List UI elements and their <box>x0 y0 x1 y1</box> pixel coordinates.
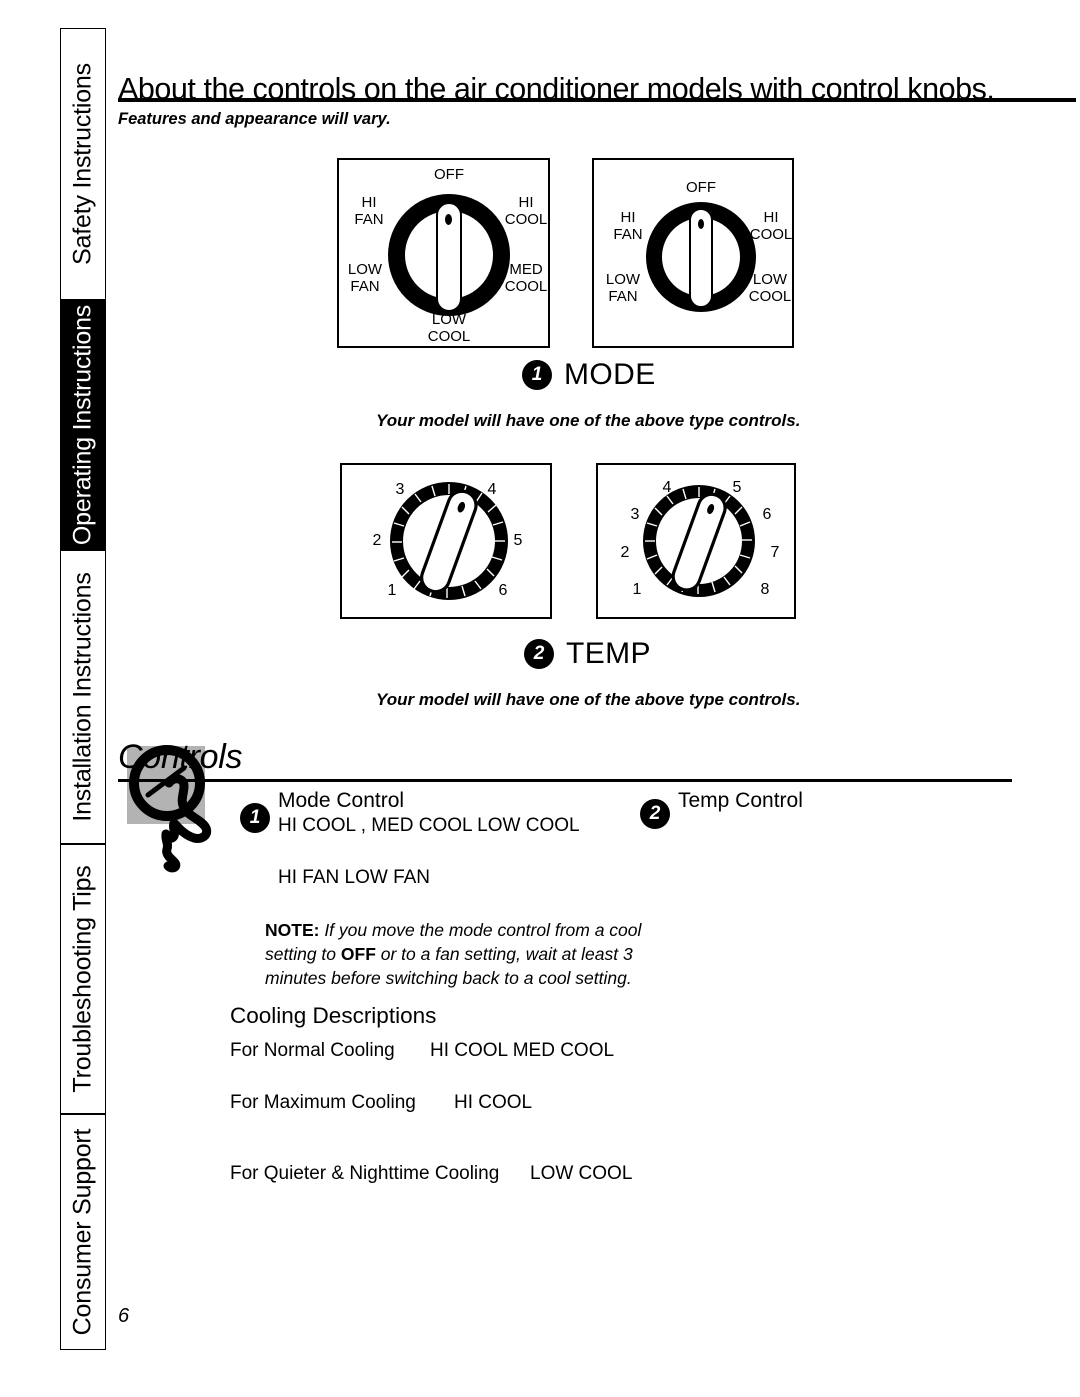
cooling-row-value: HI COOL MED COOL <box>430 1040 615 1061</box>
mode-dial-b-panel: OFF HI FAN HI COOL LOW FAN LOW COOL <box>592 158 794 348</box>
temp-dial-8-num-6: 6 <box>762 506 772 523</box>
mode-label: MODE <box>564 358 656 391</box>
mode-control-note: NOTE: If you move the mode control from … <box>265 918 695 990</box>
mode-caption: Your model will have one of the above ty… <box>376 411 801 430</box>
temp-label: TEMP <box>566 637 651 670</box>
controls-divider <box>118 779 1012 782</box>
sidebar-tab-label: Operating Instructions <box>68 304 97 546</box>
mode-control-fan-settings: HI FAN LOW FAN <box>278 867 431 888</box>
page-subtitle: Features and appearance will vary. <box>118 110 391 128</box>
sidebar-tab-safety-instructions[interactable]: Safety Instructions <box>60 28 106 300</box>
mode-dial-b-label-hi-fan: HI FAN <box>613 209 643 243</box>
mode-control-cool-settings: HI COOL , MED COOL LOW COOL <box>278 815 580 836</box>
cooling-descriptions-title: Cooling Descriptions <box>230 1003 437 1028</box>
temp-caption: Your model will have one of the above ty… <box>376 690 801 709</box>
mode-dial-a-label-off: OFF <box>434 166 464 183</box>
mode-dial-b-label-off: OFF <box>686 179 716 196</box>
temp-dial-8-num-4: 4 <box>662 479 672 496</box>
mode-dial-b-label-hi-cool: HI COOL <box>749 209 793 243</box>
sidebar-tab-installation-instructions[interactable]: Installation Instructions <box>60 550 106 844</box>
temp-dial-6-num-2: 2 <box>372 532 382 549</box>
temp-dial-8-num-8: 8 <box>760 581 770 598</box>
temp-dial-8-num-1: 1 <box>632 581 642 598</box>
cooling-row-label: For Maximum Cooling <box>230 1092 416 1113</box>
cooling-row-label: For Normal Cooling <box>230 1040 395 1061</box>
temp-dial-8-num-2: 2 <box>620 544 630 561</box>
temp-dial-6-panel: 3 4 2 5 1 6 <box>340 463 552 619</box>
note-emphasis-off: OFF <box>340 944 376 964</box>
temp-dial-8-num-7: 7 <box>770 544 780 561</box>
sidebar-tab-label: Safety Instructions <box>68 63 97 265</box>
mode-dial-a-indicator-dot <box>445 214 452 225</box>
cooling-row-value: HI COOL <box>454 1092 533 1113</box>
title-divider <box>118 98 1076 102</box>
temp-dial-8-num-3: 3 <box>630 506 640 523</box>
temp-dial-6-num-6: 6 <box>498 582 508 599</box>
sidebar-tab-troubleshooting-tips[interactable]: Troubleshooting Tips <box>60 844 106 1114</box>
sidebar-tab-label: Troubleshooting Tips <box>68 865 97 1093</box>
mode-dial-a-label-med-cool: MED COOL <box>504 261 548 295</box>
sidebar-tab-label: Installation Instructions <box>68 572 97 822</box>
mode-dial-a-label-low-cool: LOW COOL <box>427 311 471 345</box>
temp-step-badge: 2 <box>524 639 554 669</box>
temp-dial-6-num-1: 1 <box>387 582 397 599</box>
controls-section-heading: Controls <box>118 738 243 776</box>
sidebar-tab-strip: Safety Instructions Operating Instructio… <box>60 28 106 1350</box>
mode-step-badge: 1 <box>522 360 552 390</box>
cooling-row-label: For Quieter & Nighttime Cooling <box>230 1163 500 1184</box>
cooling-row-value: LOW COOL <box>530 1163 633 1184</box>
temp-dial-6-num-3: 3 <box>395 481 405 498</box>
mode-dial-a-label-low-fan: LOW FAN <box>347 261 383 295</box>
sidebar-tab-label: Consumer Support <box>68 1128 97 1336</box>
sidebar-tab-consumer-support[interactable]: Consumer Support <box>60 1114 106 1350</box>
mode-dial-a-label-hi-cool: HI COOL <box>504 194 548 228</box>
temp-dial-6-num-5: 5 <box>513 532 523 549</box>
page-content: About the controls on the air conditione… <box>118 0 1080 1397</box>
mode-dial-a-panel: OFF HI FAN HI COOL LOW FAN MED COOL LOW COOL <box>337 158 550 348</box>
temp-dial-6-num-4: 4 <box>487 481 497 498</box>
page-number: 6 <box>118 1305 130 1327</box>
temp-control-badge: 2 <box>640 799 670 829</box>
mode-control-title: Mode Control <box>278 789 405 812</box>
temp-dial-8-panel: 4 5 3 6 2 7 1 8 <box>596 463 796 619</box>
mode-dial-b-indicator-dot <box>698 219 704 229</box>
mode-section-heading: 1 MODE <box>522 358 656 392</box>
mode-dial-a-label-hi-fan: HI FAN <box>354 194 384 228</box>
page-title: About the controls on the air conditione… <box>118 72 995 107</box>
mode-control-badge: 1 <box>240 803 270 833</box>
temp-section-heading: 2 TEMP <box>524 637 651 671</box>
mode-dial-b-label-low-fan: LOW FAN <box>605 271 641 305</box>
sidebar-tab-operating-instructions[interactable]: Operating Instructions <box>60 300 106 550</box>
temp-dial-8-num-5: 5 <box>732 479 742 496</box>
temp-control-title: Temp Control <box>678 789 803 812</box>
note-lead: NOTE: <box>265 920 320 940</box>
mode-dial-b-label-low-cool: LOW COOL <box>748 271 792 305</box>
